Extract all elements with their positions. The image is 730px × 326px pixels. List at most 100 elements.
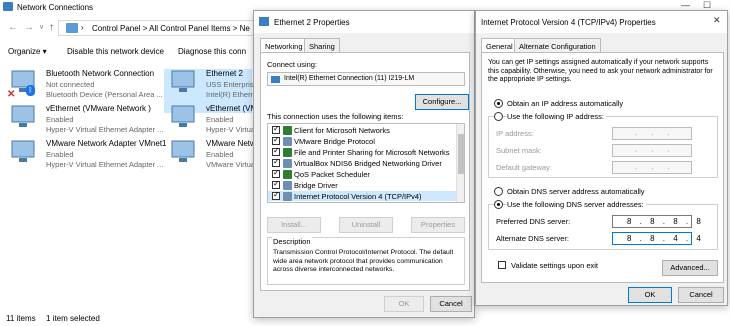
- adapter-name: vEthernet (VMware Network ): [46, 104, 151, 113]
- scrollbar-thumb[interactable]: [458, 134, 464, 174]
- adapter-device: Bluetooth Device (Personal Area ...: [46, 90, 163, 99]
- back-arrow-icon[interactable]: ←: [8, 22, 18, 33]
- service-icon: [283, 148, 292, 157]
- item-label: VMware Bridge Protocol: [294, 137, 375, 146]
- validate-label[interactable]: Validate settings upon exit: [511, 261, 598, 270]
- auto-ip-radio[interactable]: [494, 99, 503, 108]
- adapter-device: Hyper-V Virtual Ethernet Adapter ...: [46, 160, 164, 169]
- forward-arrow-icon[interactable]: →: [24, 22, 34, 33]
- monitor-icon: [171, 70, 195, 92]
- install-button[interactable]: Install...: [267, 217, 321, 233]
- adapter-vmware-2[interactable]: VMware Netw Enabled VMware Virtua: [164, 139, 256, 183]
- uninstall-button[interactable]: Uninstall: [339, 217, 393, 233]
- description-text: Transmission Control Protocol/Internet P…: [273, 249, 454, 273]
- tab-alternate-configuration[interactable]: Alternate Configuration: [514, 38, 601, 52]
- adapter-vmnet1[interactable]: VMware Network Adapter VMnet1 Enabled Hy…: [4, 139, 174, 183]
- maximize-icon[interactable]: ☐: [703, 0, 711, 11]
- auto-ip-label[interactable]: Obtain an IP address automatically: [507, 99, 623, 108]
- adapter-device: Hyper-V Virtua: [206, 125, 256, 134]
- adapter-status: Not connected: [46, 80, 95, 89]
- recent-chevron-icon[interactable]: ∨: [39, 23, 44, 31]
- adapter-field: Intel(R) Ethernet Connection (11) I219-L…: [267, 72, 465, 86]
- adapter-name: Ethernet 2: [206, 69, 243, 78]
- tab-strip: General Alternate Configuration: [481, 38, 724, 53]
- minimize-icon[interactable]: —: [681, 0, 690, 10]
- dialog-title: Internet Protocol Version 4 (TCP/IPv4) P…: [481, 18, 656, 27]
- manual-ip-radio[interactable]: [494, 112, 503, 121]
- item-checkbox[interactable]: [272, 135, 280, 145]
- organize-button[interactable]: Organize ▾: [8, 47, 47, 56]
- ok-button[interactable]: OK: [384, 296, 424, 312]
- list-item[interactable]: VirtualBox NDIS6 Bridged Networking Driv…: [268, 157, 458, 168]
- subnet-mask-field: ...: [612, 144, 692, 157]
- breadcrumb[interactable]: Control Panel > All Control Panel Items …: [92, 24, 250, 33]
- default-gateway-field: ...: [612, 161, 692, 174]
- tab-general[interactable]: General: [481, 38, 518, 53]
- intro-text: You can get IP settings assigned automat…: [488, 59, 713, 83]
- list-item[interactable]: QoS Packet Scheduler: [268, 168, 458, 179]
- item-label: File and Printer Sharing for Microsoft N…: [294, 148, 450, 157]
- cancel-button[interactable]: Cancel: [430, 296, 472, 312]
- up-arrow-icon[interactable]: ↑: [49, 22, 54, 33]
- ip-address-field: ...: [612, 127, 692, 140]
- disable-device-button[interactable]: Disable this network device: [67, 47, 164, 56]
- disconnected-x-icon: ✕: [7, 89, 16, 100]
- configure-button[interactable]: Configure...: [415, 94, 469, 110]
- item-checkbox[interactable]: [272, 168, 280, 178]
- ok-button[interactable]: OK: [628, 287, 672, 303]
- adapter-status: Enabled: [206, 150, 234, 159]
- item-checkbox[interactable]: [272, 146, 280, 156]
- alternate-dns-label: Alternate DNS server:: [496, 234, 569, 243]
- dialog-titlebar: Internet Protocol Version 4 (TCP/IPv4) P…: [476, 11, 727, 33]
- validate-checkbox[interactable]: [498, 261, 506, 269]
- preferred-dns-label: Preferred DNS server:: [496, 217, 571, 226]
- ipv4-properties-dialog: Internet Protocol Version 4 (TCP/IPv4) P…: [475, 10, 728, 306]
- tab-strip: Networking Sharing: [260, 38, 470, 53]
- networking-panel: Connect using: Intel(R) Ethernet Connect…: [260, 52, 470, 291]
- bluetooth-icon: ᛒ: [26, 85, 35, 96]
- selection-count: 1 item selected: [46, 314, 100, 323]
- item-checkbox[interactable]: [272, 179, 280, 189]
- adapter-name: VMware Network Adapter VMnet1: [46, 139, 167, 148]
- list-item[interactable]: Bridge Driver: [268, 179, 458, 190]
- item-label: Internet Protocol Version 4 (TCP/IPv4): [294, 192, 422, 201]
- adapter-device: VMware Virtua: [206, 160, 256, 169]
- adapter-status: Enabled: [46, 115, 74, 124]
- list-item[interactable]: File and Printer Sharing for Microsoft N…: [268, 146, 458, 157]
- item-checkbox[interactable]: [272, 190, 280, 200]
- auto-dns-label[interactable]: Obtain DNS server address automatically: [507, 187, 645, 196]
- tab-networking[interactable]: Networking: [260, 38, 308, 53]
- list-scrollbar[interactable]: [456, 124, 464, 202]
- item-label: Client for Microsoft Networks: [294, 126, 390, 135]
- service-icon: [283, 170, 292, 179]
- list-item[interactable]: VMware Bridge Protocol: [268, 135, 458, 146]
- list-item[interactable]: Client for Microsoft Networks: [268, 124, 458, 135]
- tab-sharing[interactable]: Sharing: [304, 38, 340, 52]
- preferred-dns-field[interactable]: 8 . 8 . 8 . 8: [612, 215, 701, 228]
- breadcrumb-separator-icon: ›: [81, 23, 84, 32]
- cancel-button[interactable]: Cancel: [678, 287, 724, 303]
- description-group: Description Transmission Control Protoco…: [267, 237, 465, 285]
- diagnose-button[interactable]: Diagnose this conn: [178, 47, 246, 56]
- list-item-selected[interactable]: Internet Protocol Version 4 (TCP/IPv4): [268, 190, 458, 201]
- advanced-button[interactable]: Advanced...: [662, 260, 718, 276]
- adapter-status: USS Enterprise: [206, 80, 258, 89]
- alternate-dns-field[interactable]: 8 . 8 . 4 . 4: [612, 232, 701, 245]
- manual-dns-label[interactable]: Use the following DNS server addresses:: [507, 200, 646, 209]
- network-folder-icon: [3, 2, 13, 11]
- network-adapter-icon: [271, 76, 280, 83]
- item-checkbox[interactable]: [272, 157, 280, 167]
- item-checkbox[interactable]: [272, 124, 280, 134]
- adapter-status: Enabled: [46, 150, 74, 159]
- driver-icon: [283, 159, 292, 168]
- adapter-name: VMware Netw: [206, 139, 256, 148]
- network-adapter-icon: [259, 17, 269, 26]
- driver-icon: [283, 181, 292, 190]
- properties-button[interactable]: Properties: [411, 217, 465, 233]
- client-icon: [283, 126, 292, 135]
- close-icon[interactable]: ✕: [713, 15, 721, 26]
- manual-ip-label[interactable]: Use the following IP address:: [507, 112, 606, 121]
- manual-dns-radio[interactable]: [494, 200, 503, 209]
- adapter-status: Enabled: [206, 115, 234, 124]
- auto-dns-radio[interactable]: [494, 187, 503, 196]
